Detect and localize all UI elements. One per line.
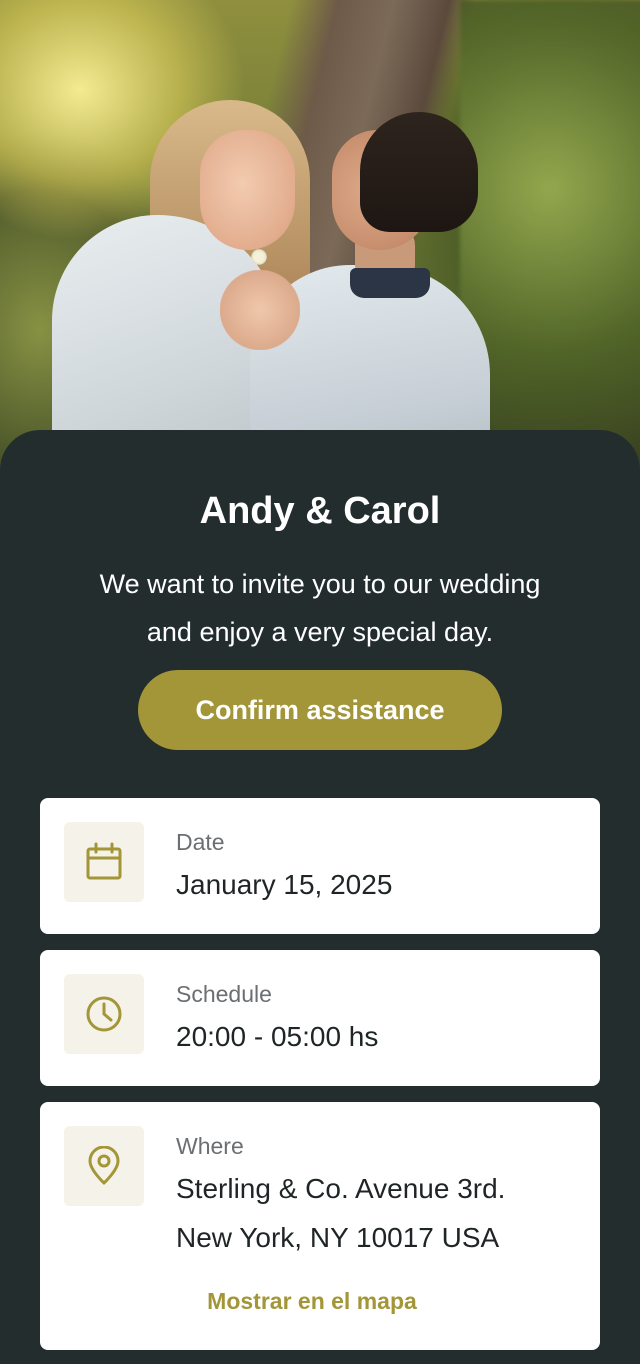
invitation-message-line-2: and enjoy a very special day. bbox=[146, 617, 494, 647]
confirm-assistance-button[interactable]: Confirm assistance bbox=[138, 670, 502, 750]
clock-icon bbox=[64, 974, 144, 1054]
man-hair bbox=[360, 112, 478, 232]
show-on-map-link[interactable]: Mostrar en el mapa bbox=[40, 1286, 584, 1316]
flower bbox=[250, 248, 268, 266]
address-line-1: Sterling & Co. Avenue 3rd. bbox=[176, 1173, 506, 1204]
date-value: January 15, 2025 bbox=[176, 869, 393, 900]
calendar-icon bbox=[64, 822, 144, 902]
hands bbox=[220, 270, 300, 350]
schedule-label: Schedule bbox=[176, 981, 272, 1007]
man-collar bbox=[350, 268, 430, 298]
invitation-message: We want to invite you to our wedding and… bbox=[60, 560, 580, 656]
invitation-message-line-1: We want to invite you to our wedding bbox=[99, 569, 541, 599]
where-label: Where bbox=[176, 1133, 244, 1159]
date-card: Date January 15, 2025 bbox=[40, 798, 600, 934]
schedule-value: 20:00 - 05:00 hs bbox=[176, 1021, 379, 1052]
invitation-page: Andy & Carol We want to invite you to ou… bbox=[0, 0, 640, 1364]
schedule-card: Schedule 20:00 - 05:00 hs bbox=[40, 950, 600, 1086]
location-card: Where Sterling & Co. Avenue 3rd. New Yor… bbox=[40, 1102, 600, 1350]
woman-face bbox=[200, 130, 295, 250]
date-label: Date bbox=[176, 829, 225, 855]
map-pin-icon bbox=[64, 1126, 144, 1206]
couple-names-title: Andy & Carol bbox=[199, 490, 441, 532]
couple-photo bbox=[0, 0, 640, 470]
address-line-2: New York, NY 10017 USA bbox=[176, 1222, 500, 1253]
